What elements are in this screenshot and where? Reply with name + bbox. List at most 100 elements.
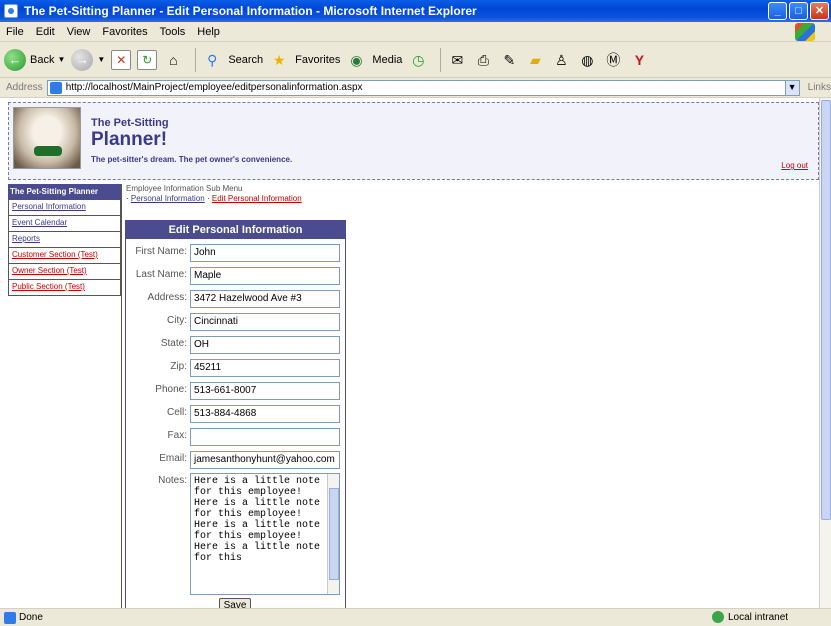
notes-scrollbar[interactable] <box>327 474 339 594</box>
state-row: State: OH <box>126 336 347 358</box>
last-name-label: Last Name: <box>135 269 187 280</box>
back-label: Back <box>30 53 55 66</box>
sidebar-item-customer-section[interactable]: Customer Section (Test) <box>8 248 121 264</box>
edit-icon[interactable]: ✎ <box>499 50 519 70</box>
toolbar: ← Back ▼ → ▼ ✕ ↻ ⌂ ⚲ Search ★ Favorites … <box>0 42 831 78</box>
media-button[interactable]: ◉ Media <box>346 50 402 70</box>
fax-row: Fax: <box>126 428 347 450</box>
fax-label: Fax: <box>167 430 187 441</box>
minimize-button[interactable]: _ <box>768 2 787 20</box>
notes-scroll-thumb[interactable] <box>329 488 339 580</box>
menu-tools[interactable]: Tools <box>160 26 186 38</box>
last-name-row: Last Name: Maple <box>126 267 347 289</box>
phone-label: Phone: <box>155 384 187 395</box>
submenu-bullet: · <box>206 194 210 203</box>
state-label: State: <box>160 338 187 349</box>
logout-link[interactable]: Log out <box>781 161 808 170</box>
menu-file[interactable]: File <box>6 26 24 38</box>
email-label: Email: <box>159 453 187 464</box>
cell-field[interactable]: 513-884-4868 <box>190 405 340 423</box>
close-button[interactable]: ✕ <box>810 2 829 20</box>
ie-icon <box>4 4 18 18</box>
page-done-icon <box>4 611 16 624</box>
first-name-row: First Name: John <box>126 244 347 266</box>
sidebar: The Pet-Sitting Planner Personal Informa… <box>8 184 122 608</box>
mail-icon[interactable]: ✉ <box>447 50 467 70</box>
yahoo-icon[interactable]: Y <box>629 50 649 70</box>
page-scroll-thumb[interactable] <box>821 100 831 520</box>
chevron-down-icon: ▼ <box>57 55 66 64</box>
address-input[interactable]: http://localhost/MainProject/employee/ed… <box>46 79 800 96</box>
email-field[interactable]: jamesanthonyhunt@yahoo.com <box>190 451 340 469</box>
links-label[interactable]: Links <box>808 82 831 93</box>
chevron-down-icon[interactable]: ▼ <box>784 80 799 95</box>
brand-title: Planner! <box>91 129 168 150</box>
save-button[interactable]: Save <box>219 598 251 608</box>
notes-textarea[interactable]: Here is a little note for this employee!… <box>190 473 340 595</box>
menu-favorites[interactable]: Favorites <box>102 26 147 38</box>
address-label: Address <box>6 82 43 93</box>
media-icon: ◉ <box>350 51 363 68</box>
edit-personal-information-form: Edit Personal Information First Name: Jo… <box>125 220 346 608</box>
dog-logo-image <box>13 107 81 169</box>
sidebar-item-owner-section[interactable]: Owner Section (Test) <box>8 264 121 280</box>
research-icon[interactable]: ◍ <box>577 50 597 70</box>
fax-field[interactable] <box>190 428 340 446</box>
discuss-icon[interactable]: ▰ <box>525 50 545 70</box>
sidebar-item-reports[interactable]: Reports <box>8 232 121 248</box>
sidebar-item-personal-information[interactable]: Personal Information <box>8 200 121 216</box>
zip-field[interactable]: 45211 <box>190 359 340 377</box>
stop-icon[interactable]: ✕ <box>111 49 132 70</box>
forward-button[interactable]: → ▼ <box>71 48 106 71</box>
sidebar-item-public-section[interactable]: Public Section (Test) <box>8 280 121 296</box>
submenu-link-edit-personal-information[interactable]: Edit Personal Information <box>212 194 302 203</box>
city-label: City: <box>167 315 187 326</box>
last-name-field[interactable]: Maple <box>190 267 340 285</box>
toolbar-separator <box>195 47 197 72</box>
star-icon: ★ <box>272 51 286 68</box>
cell-label: Cell: <box>166 407 187 418</box>
zip-label: Zip: <box>170 361 187 372</box>
back-arrow-icon: ← <box>4 48 26 71</box>
menu-view[interactable]: View <box>67 26 91 38</box>
page-viewport: The Pet-Sitting Planner! The pet-sitter'… <box>0 98 819 608</box>
email-row: Email: jamesanthonyhunt@yahoo.com <box>126 451 347 473</box>
city-field[interactable]: Cincinnati <box>190 313 340 331</box>
site-header: The Pet-Sitting Planner! The pet-sitter'… <box>8 102 819 180</box>
page-icon <box>49 81 62 94</box>
state-field[interactable]: OH <box>190 336 340 354</box>
window-title: The Pet-Sitting Planner - Edit Personal … <box>24 4 477 18</box>
toolbar-separator <box>440 47 442 72</box>
notes-label: Notes: <box>158 475 187 486</box>
msn-icon[interactable]: Ⓜ <box>603 50 623 70</box>
windows-logo-icon <box>795 23 815 41</box>
address-field-label: Address: <box>147 292 187 303</box>
first-name-label: First Name: <box>135 246 187 257</box>
refresh-icon[interactable]: ↻ <box>137 49 158 70</box>
page-scrollbar[interactable] <box>819 98 831 608</box>
brand-subtitle: The Pet-Sitting <box>91 117 169 129</box>
search-button[interactable]: ⚲ Search <box>202 50 263 70</box>
chevron-down-icon: ▼ <box>97 55 106 64</box>
status-text: Done <box>19 612 43 623</box>
sidebar-item-event-calendar[interactable]: Event Calendar <box>8 216 121 232</box>
home-icon[interactable]: ⌂ <box>163 50 183 70</box>
maximize-button[interactable]: □ <box>789 2 808 20</box>
window-titlebar: The Pet-Sitting Planner - Edit Personal … <box>0 0 831 22</box>
submenu-link-personal-information[interactable]: Personal Information <box>131 194 205 203</box>
security-zone: Local intranet <box>712 611 788 623</box>
history-icon[interactable]: ◷ <box>408 50 428 70</box>
first-name-field[interactable]: John <box>190 244 340 262</box>
favorites-button[interactable]: ★ Favorites <box>269 50 341 70</box>
address-field[interactable]: 3472 Hazelwood Ave #3 <box>190 290 340 308</box>
menu-help[interactable]: Help <box>197 26 220 38</box>
menu-edit[interactable]: Edit <box>36 26 55 38</box>
back-button[interactable]: ← Back ▼ <box>4 48 66 71</box>
intranet-icon <box>712 611 724 623</box>
search-label: Search <box>228 53 264 66</box>
messenger-icon[interactable]: ♙ <box>551 50 571 70</box>
phone-field[interactable]: 513-661-8007 <box>190 382 340 400</box>
submenu-bullet: · <box>126 194 129 203</box>
address-bar: Address http://localhost/MainProject/emp… <box>0 78 831 98</box>
print-icon[interactable]: ⎙ <box>473 50 493 70</box>
